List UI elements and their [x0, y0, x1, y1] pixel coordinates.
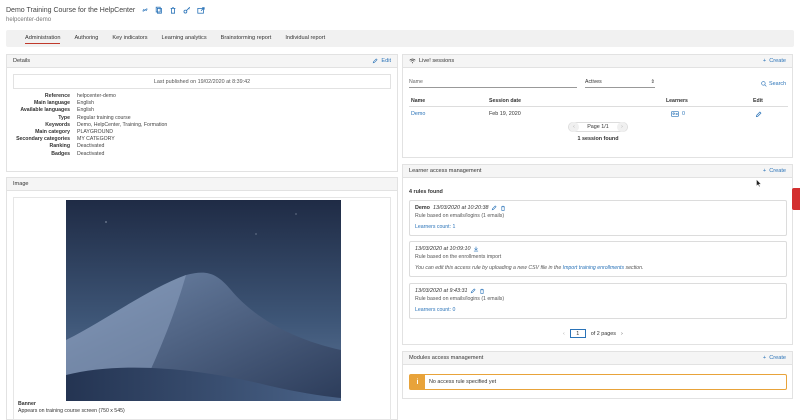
learner-access-panel: Learner access management + Create 4 rul… — [402, 164, 793, 345]
trash-icon[interactable] — [169, 6, 177, 14]
share-icon[interactable] — [197, 6, 205, 14]
live-sessions-title: Live! sessions — [419, 58, 455, 64]
pencil-icon — [373, 58, 378, 64]
learners-count-link[interactable]: Learners count: 0 — [415, 307, 455, 313]
session-name-input[interactable]: Name — [409, 79, 577, 88]
sessions-found: 1 session found — [577, 136, 619, 142]
help-side-tab[interactable] — [792, 188, 800, 210]
link-icon[interactable] — [141, 6, 149, 14]
modules-access-panel: Modules access management + Create i No … — [402, 351, 793, 399]
details-edit-button[interactable]: Edit — [372, 58, 391, 64]
page-subtitle: helpcenter-demo — [6, 17, 52, 23]
trash-icon[interactable] — [479, 288, 485, 294]
rule-card: 13/03/2020 at 9:43:31 Rule based on emai… — [409, 283, 787, 319]
pages-text: of 2 pages — [590, 330, 616, 337]
session-date: Feb 19, 2020 — [489, 111, 521, 117]
trash-icon[interactable] — [500, 205, 506, 211]
rules-count: 4 rules found — [409, 189, 443, 195]
learners-icon — [671, 111, 679, 117]
sessions-search-button[interactable]: Search — [761, 81, 786, 87]
import-enrollments-link[interactable]: Import training enrollments — [563, 265, 624, 271]
info-icon: i — [410, 375, 425, 389]
wifi-icon — [409, 58, 416, 64]
tab-bar: Administration Authoring Key indicators … — [6, 30, 794, 47]
search-icon — [761, 81, 767, 87]
key-icon[interactable] — [183, 6, 191, 14]
banner-label: Banner — [18, 401, 36, 407]
col-name: Name — [411, 98, 426, 104]
no-rule-warning: i No access rule specified yet — [409, 374, 787, 390]
prev-page-button[interactable]: ‹ — [569, 122, 579, 132]
copy-icon[interactable] — [155, 6, 163, 14]
sessions-pager: ‹ Page 1/1 › — [568, 122, 628, 132]
modules-access-create-button[interactable]: + Create — [763, 355, 786, 361]
tab-brainstorming-report[interactable]: Brainstorming report — [214, 30, 279, 47]
session-status-select[interactable]: Actives ⇕ — [585, 79, 655, 88]
mouse-cursor-icon — [756, 179, 762, 187]
rule-card: Demo 13/03/2020 at 10:20:38 Rule based o… — [409, 200, 787, 236]
image-title: Image — [13, 181, 29, 187]
session-edit-icon[interactable] — [755, 111, 762, 118]
rule-card: 13/03/2020 at 10:09:10 Rule based on the… — [409, 241, 787, 277]
col-learners: Learners — [666, 98, 688, 104]
session-name-link[interactable]: Demo — [411, 111, 425, 117]
tab-administration[interactable]: Administration — [18, 30, 67, 47]
banner-description: Appears on training course screen (750 x… — [18, 408, 125, 414]
next-page-button[interactable]: › — [621, 331, 623, 337]
banner-image-frame: Banner Appears on training course screen… — [13, 197, 391, 420]
image-panel: Image Banner Appears on training course … — [6, 177, 398, 420]
modules-access-title: Modules access management — [409, 355, 484, 361]
col-edit: Edit — [753, 98, 763, 104]
page-input[interactable]: 1 — [569, 329, 586, 338]
sessions-page-text: Page 1/1 — [587, 124, 609, 130]
page-title: Demo Training Course for the HelpCenter — [6, 6, 136, 14]
tab-individual-report[interactable]: Individual report — [278, 30, 332, 47]
learner-access-title: Learner access management — [409, 168, 482, 174]
session-learners[interactable]: 0 — [671, 111, 685, 117]
next-page-button[interactable]: › — [617, 122, 627, 132]
tab-authoring[interactable]: Authoring — [67, 30, 105, 47]
page-title-bar: Demo Training Course for the HelpCenter — [6, 6, 205, 14]
live-sessions-panel: Live! sessions + Create Name Actives ⇕ Se… — [402, 54, 793, 158]
download-icon[interactable] — [473, 246, 479, 252]
learners-count-link[interactable]: Learners count: 1 — [415, 224, 455, 230]
details-list: Reference helpcenter-demo Main language En… — [16, 93, 168, 157]
details-title: Details — [13, 58, 31, 64]
sessions-create-button[interactable]: + Create — [763, 58, 786, 64]
details-panel: Details Edit Last published on 19/02/202… — [6, 54, 398, 172]
edit-icon[interactable] — [491, 205, 497, 211]
tab-learning-analytics[interactable]: Learning analytics — [155, 30, 214, 47]
col-session-date: Session date — [489, 98, 522, 104]
edit-icon[interactable] — [470, 288, 476, 294]
banner-image[interactable] — [66, 200, 341, 401]
learner-access-create-button[interactable]: + Create — [763, 168, 786, 174]
select-arrows-icon: ⇕ — [650, 79, 655, 85]
last-published: Last published on 19/02/2020 at 8:39:42 — [13, 74, 391, 89]
prev-page-button[interactable]: ‹ — [563, 331, 565, 337]
rules-pager: ‹ 1 of 2 pages › — [563, 329, 623, 338]
tab-key-indicators[interactable]: Key indicators — [105, 30, 154, 47]
